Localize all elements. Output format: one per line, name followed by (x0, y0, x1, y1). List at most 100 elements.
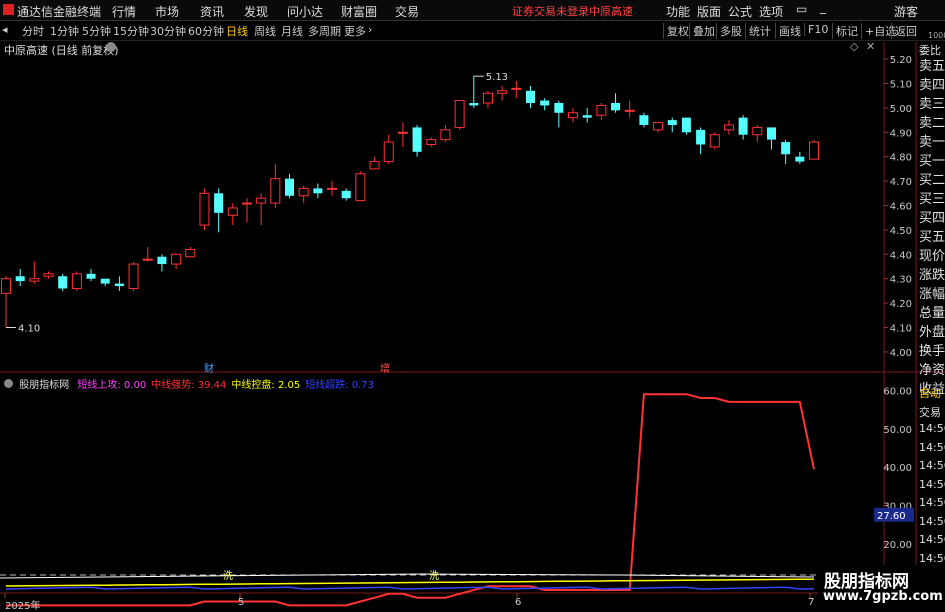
candle-body-27 (383, 141, 394, 163)
quote-label-5: 买一 (919, 154, 945, 169)
sub-label-8: 14:56 (919, 533, 945, 546)
candle-body-48 (681, 117, 691, 133)
candle-body-4 (58, 276, 68, 289)
indicator-item-3: 短线超跌: 0.73 (305, 380, 375, 391)
marker-cai: 财 (204, 364, 214, 375)
quote-label-12: 涨幅 (919, 287, 945, 302)
candle-body-8 (114, 283, 124, 287)
candle-body-40 (568, 112, 579, 119)
candle-body-31 (440, 129, 451, 141)
ind-tick-label-3: 40.00 (883, 463, 912, 474)
candle-body-30 (426, 139, 437, 145)
candle-body-33 (469, 103, 479, 106)
quote-label-16: 净资 (919, 363, 945, 378)
bid-ask-ratio-value: 1000 (928, 31, 945, 40)
candle-body-29 (412, 127, 422, 152)
candle-body-32 (454, 100, 465, 128)
candle-body-23 (327, 187, 338, 190)
candle-body-45 (639, 115, 649, 125)
candle-body-57 (809, 141, 819, 160)
candle-body-44 (624, 109, 635, 112)
candle-body-43 (611, 103, 621, 111)
candle-body-17 (241, 202, 252, 205)
quote-label-14: 外盘 (919, 325, 945, 340)
sub-label-1: 交易 (919, 405, 941, 419)
candle-body-0 (1, 278, 11, 294)
indicator-name: 股朋指标网 (19, 380, 70, 391)
quote-label-7: 买三 (919, 192, 945, 207)
quote-label-0: 卖五 (919, 59, 945, 74)
sub-label-9: 14:56 (919, 551, 945, 565)
quote-label-11: 涨跌 (919, 268, 945, 283)
x-axis-label-jun: 6 (515, 597, 522, 608)
x-axis-label-year: 2025年 (5, 601, 41, 612)
watermark-url: www.7gpzb.com (823, 589, 943, 604)
candle-body-38 (540, 100, 550, 106)
ind-tick-label-4: 50.00 (883, 425, 912, 436)
sub-label-2: 14:56 (919, 422, 945, 435)
candle-body-49 (696, 129, 706, 145)
candle-body-18 (256, 197, 267, 204)
marker-zeng: 增 (380, 364, 390, 375)
candle-body-12 (171, 253, 182, 265)
high-price-label: 5.13 (486, 72, 508, 83)
candle-body-10 (142, 258, 153, 261)
candle-body-28 (397, 131, 408, 134)
quote-label-3: 卖二 (919, 116, 945, 131)
candle-body-19 (270, 178, 281, 204)
candle-body-41 (582, 115, 592, 118)
price-chart[interactable]: 4.00 4.10 4.20 4.30 4.40 4.50 4.60 4.70 4.80 4.90… (0, 0, 945, 609)
sub-label-0: 自动 (919, 387, 941, 400)
candle-body-6 (86, 273, 96, 279)
candle-body-51 (723, 124, 734, 131)
price-tick-label-3: 4.30 (890, 275, 912, 286)
candle-body-14 (199, 192, 210, 226)
ind-line-oversold (5, 586, 815, 590)
candle-body-9 (128, 263, 139, 289)
quote-panel: 委比 1000 卖五卖四卖三卖二卖一买一买二买三买四买五现价涨跌涨幅总量外盘换手… (916, 31, 945, 421)
sub-label-4: 14:56 (919, 459, 945, 472)
quote-label-1: 卖四 (919, 78, 945, 93)
sub-quote-panel: 自动交易 14:56 14:56 14:56 14:56 14:56 14:56 14:56 1… (916, 380, 945, 583)
indicator-item-0: 短线上攻: 0.00 (77, 380, 147, 391)
quote-label-9: 买五 (919, 230, 945, 245)
ind-line-control (5, 578, 815, 587)
candle-body-42 (596, 104, 607, 116)
candle-body-13 (185, 248, 196, 258)
indicator-settings-icon[interactable] (4, 379, 13, 388)
ind-current-value: 27.60 (877, 511, 906, 522)
price-tick-label-11: 5.10 (890, 79, 912, 90)
candle-body-21 (298, 187, 309, 197)
price-tick-label-2: 4.20 (890, 299, 912, 310)
price-tick-label-4: 4.40 (890, 250, 912, 261)
candle-body-53 (752, 126, 763, 136)
price-tick-label-10: 5.00 (890, 104, 912, 115)
candle-body-54 (766, 127, 776, 140)
x-axis-label-jul: 7 (808, 597, 815, 608)
candle-body-34 (482, 92, 493, 104)
x-axis-label-may: 5 (238, 597, 245, 608)
candle-body-46 (653, 122, 664, 131)
quote-label-6: 买二 (919, 173, 945, 188)
sub-label-3: 14:56 (919, 440, 945, 454)
sub-label-7: 14:56 (919, 514, 945, 528)
price-tick-label-5: 4.50 (890, 226, 912, 237)
candle-body-39 (554, 103, 564, 113)
indicator-legend: 股朋指标网 短线上攻: 0.00 中线强势: 39.44 中线控盘: 2.05 短线超… (4, 376, 374, 391)
candle-body-50 (709, 134, 720, 148)
ind-tick-label-1: 20.00 (883, 540, 912, 551)
indicator-item-2: 中线控盘: 2.05 (231, 380, 301, 391)
price-tick-label-6: 4.60 (890, 202, 912, 213)
low-price-label: 4.10 (18, 324, 40, 335)
candle-body-5 (71, 273, 82, 289)
candle-body-52 (738, 117, 748, 135)
candle-body-24 (341, 190, 351, 199)
candle-body-22 (313, 188, 323, 194)
quote-label-4: 卖一 (919, 135, 945, 150)
candle-body-35 (497, 90, 508, 94)
quote-label-2: 卖三 (919, 97, 945, 112)
sub-label-5: 14:56 (919, 477, 945, 491)
candle-body-37 (525, 90, 535, 104)
candle-body-2 (29, 278, 40, 282)
candle-body-25 (355, 173, 366, 202)
